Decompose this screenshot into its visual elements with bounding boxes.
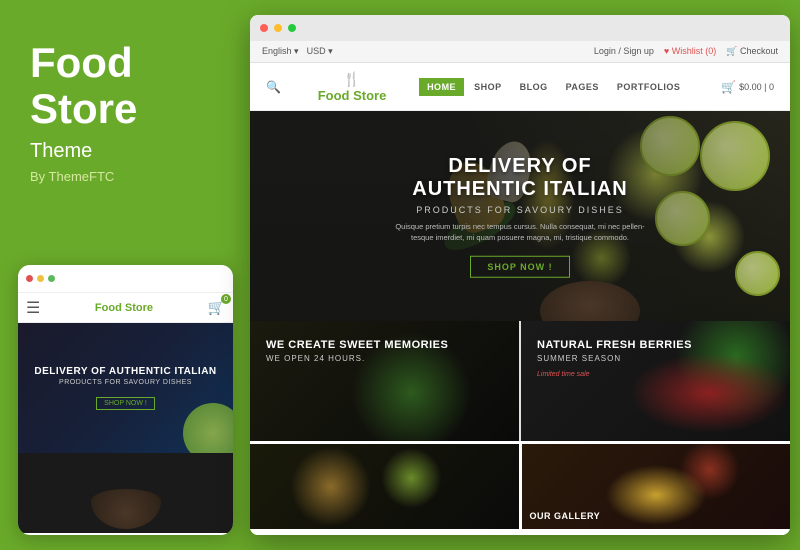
logo-text: Food Store (318, 88, 387, 103)
card-2-badge: Limited time sale (537, 371, 774, 378)
nav-item-pages[interactable]: PAGES (558, 78, 607, 96)
gallery-item-2: OUR GALLERY (522, 444, 791, 529)
wishlist-link[interactable]: ♥ Wishlist (0) (664, 46, 716, 57)
hero-shop-now-button[interactable]: SHOP NOW ! (470, 255, 569, 277)
card-2-content: NATURAL FRESH BERRIES SUMMER SEASON Limi… (521, 321, 790, 396)
nav-item-home[interactable]: HOME (419, 78, 464, 96)
mobile-cart-badge: 0 (221, 294, 231, 304)
mobile-dot-red (26, 275, 33, 282)
hero-description: Quisque pretium turpis nec tempus cursus… (385, 221, 655, 244)
login-link[interactable]: Login / Sign up (594, 46, 654, 57)
currency-selector[interactable]: USD ▾ (307, 46, 333, 57)
nav-item-blog[interactable]: BLOG (512, 78, 556, 96)
gallery-row: OUR GALLERY (250, 441, 790, 529)
card-1-sub: WE OPEN 24 HOURS. (266, 354, 503, 363)
search-icon[interactable]: 🔍 (266, 80, 281, 94)
logo-icon: 🍴 (343, 71, 360, 88)
mobile-bottom (18, 453, 233, 533)
utility-bar: English ▾ USD ▾ Login / Sign up ♥ Wishli… (250, 41, 790, 63)
hero-section: DELIVERY OF AUTHENTIC ITALIAN PRODUCTS F… (250, 111, 790, 321)
browser-mockup: English ▾ USD ▾ Login / Sign up ♥ Wishli… (250, 15, 790, 535)
util-right: Login / Sign up ♥ Wishlist (0) 🛒 Checkou… (594, 46, 778, 57)
mobile-mockup: ☰ Food Store 🛒 0 DELIVERY OF AUTHENTIC I… (18, 265, 233, 535)
mobile-hero-content: DELIVERY OF AUTHENTIC ITALIAN PRODUCTS F… (34, 366, 216, 410)
util-left: English ▾ USD ▾ (262, 46, 333, 57)
mobile-hero-title: DELIVERY OF AUTHENTIC ITALIAN (34, 366, 216, 377)
language-selector[interactable]: English ▾ (262, 46, 299, 57)
browser-dot-red[interactable] (260, 24, 268, 32)
gallery-item-1 (250, 444, 519, 529)
mobile-top-bar (18, 265, 233, 293)
nav-item-shop[interactable]: SHOP (466, 78, 510, 96)
card-sweet-memories: WE CREATE SWEET MEMORIES WE OPEN 24 HOUR… (250, 321, 519, 441)
mobile-shop-now-button[interactable]: SHOP NOW ! (96, 397, 155, 410)
browser-dot-yellow[interactable] (274, 24, 282, 32)
card-2-title: NATURAL FRESH BERRIES (537, 339, 774, 351)
left-panel: Food Store Theme By ThemeFTC ☰ Food Stor… (0, 0, 248, 550)
mobile-dot-green (48, 275, 55, 282)
card-fresh-berries: NATURAL FRESH BERRIES SUMMER SEASON Limi… (521, 321, 790, 441)
mobile-hero: DELIVERY OF AUTHENTIC ITALIAN PRODUCTS F… (18, 323, 233, 453)
hero-title: DELIVERY OF AUTHENTIC ITALIAN (385, 155, 655, 201)
browser-dot-green[interactable] (288, 24, 296, 32)
mobile-bowl-decoration (91, 489, 161, 529)
mobile-dot-yellow (37, 275, 44, 282)
cart-icon: 🛒 (721, 80, 736, 94)
card-2-sub: SUMMER SEASON (537, 354, 774, 363)
cart-widget[interactable]: 🛒 $0.00 | 0 (721, 80, 774, 94)
app-by: By ThemeFTC (30, 169, 218, 184)
nav-item-portfolios[interactable]: PORTFOLIOS (609, 78, 689, 96)
main-navigation: 🔍 🍴 Food Store HOME SHOP BLOG PAGES PORT… (250, 63, 790, 111)
mobile-nav-bar: ☰ Food Store 🛒 0 (18, 293, 233, 323)
app-title: Food Store (30, 40, 218, 132)
checkout-link[interactable]: 🛒 Checkout (726, 46, 778, 57)
website-content: English ▾ USD ▾ Login / Sign up ♥ Wishli… (250, 41, 790, 535)
browser-chrome (250, 15, 790, 41)
card-1-title: WE CREATE SWEET MEMORIES (266, 339, 503, 351)
mobile-window-dots (26, 275, 55, 282)
card-1-content: WE CREATE SWEET MEMORIES WE OPEN 24 HOUR… (250, 321, 519, 389)
nav-menu: HOME SHOP BLOG PAGES PORTFOLIOS (419, 78, 688, 96)
app-subtitle: Theme (30, 140, 218, 163)
mobile-logo: Food Store (95, 302, 153, 314)
site-logo[interactable]: 🍴 Food Store (318, 71, 387, 103)
cart-amount: $0.00 | 0 (739, 82, 774, 92)
gallery-label-2: OUR GALLERY (530, 511, 601, 521)
gallery-food-1 (250, 444, 519, 529)
mobile-hamburger-icon: ☰ (26, 298, 40, 318)
hero-subtitle: PRODUCTS FOR SAVOURY DISHES (385, 205, 655, 215)
mobile-cart-icon: 🛒 0 (208, 299, 225, 316)
cards-section: WE CREATE SWEET MEMORIES WE OPEN 24 HOUR… (250, 321, 790, 441)
mobile-hero-sub: PRODUCTS FOR SAVOURY DISHES (34, 379, 216, 386)
hero-content: DELIVERY OF AUTHENTIC ITALIAN PRODUCTS F… (385, 155, 655, 278)
